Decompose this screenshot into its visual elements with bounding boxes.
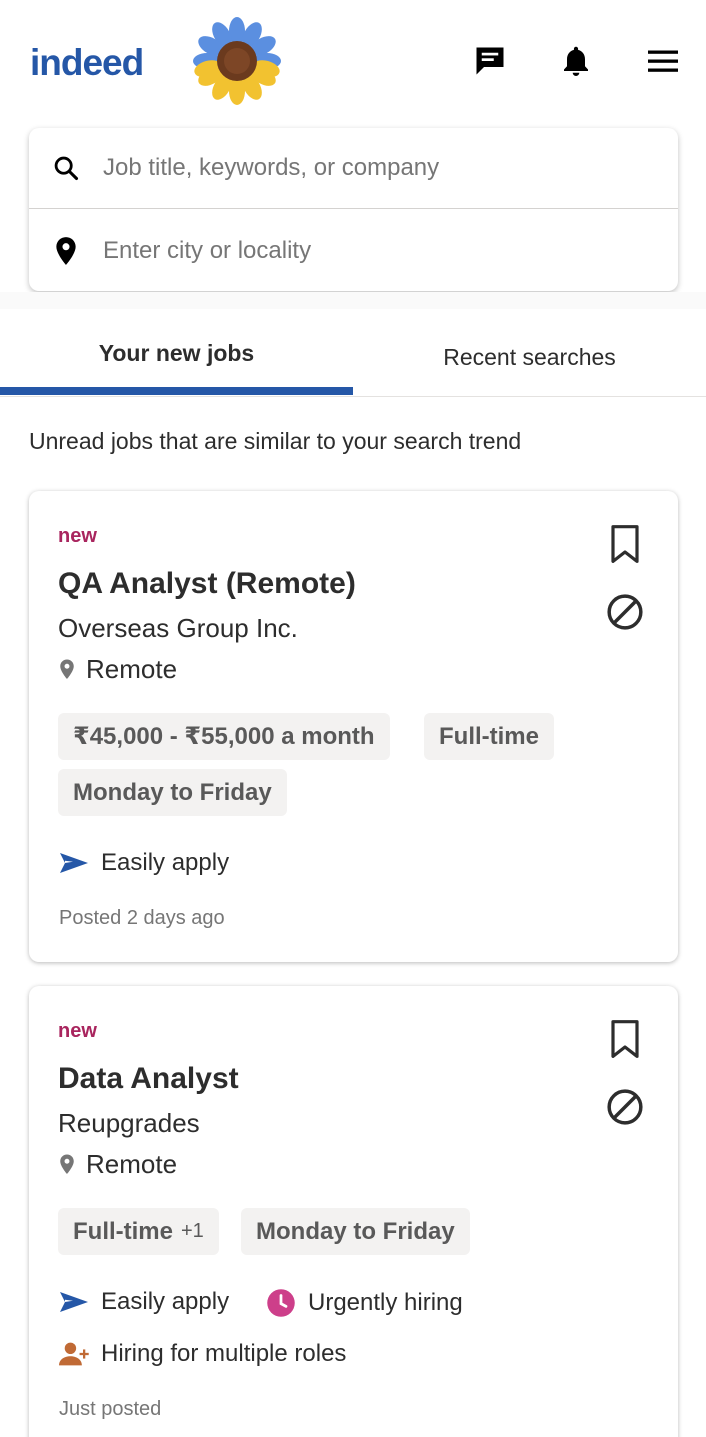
- indeed-logo[interactable]: indeed: [30, 42, 144, 84]
- location-pin-icon: [58, 1153, 86, 1177]
- location-pin-icon: [58, 658, 86, 682]
- where-search-row[interactable]: [29, 210, 678, 291]
- what-search-row[interactable]: [29, 128, 678, 209]
- search-icon: [29, 154, 103, 182]
- job-title[interactable]: QA Analyst (Remote): [58, 567, 356, 601]
- feature-text: Hiring for multiple roles: [101, 1340, 347, 1367]
- job-card[interactable]: new Data Analyst Reupgrades Remote Full-…: [29, 986, 678, 1437]
- bookmark-icon[interactable]: [605, 524, 645, 564]
- hamburger-menu-icon[interactable]: [644, 42, 682, 80]
- add-person-icon: [59, 1340, 101, 1368]
- schedule-chip: Monday to Friday: [58, 769, 287, 816]
- send-arrow-icon: [59, 851, 101, 875]
- company-name[interactable]: Overseas Group Inc.: [58, 613, 298, 644]
- feature-text: Easily apply: [101, 849, 230, 876]
- clock-icon: [266, 1288, 308, 1318]
- schedule-chip: Monday to Friday: [241, 1208, 470, 1255]
- feature-text: Easily apply: [101, 1288, 230, 1315]
- tab-recent-searches[interactable]: Recent searches: [353, 309, 706, 397]
- chip-text: Full-time: [73, 1217, 173, 1245]
- feature-text: Urgently hiring: [308, 1289, 463, 1316]
- job-location: Remote: [58, 1149, 177, 1180]
- not-interested-icon[interactable]: [605, 592, 645, 632]
- jobs-tabs: Your new jobs Recent searches: [0, 309, 706, 397]
- easily-apply-feature: Easily apply: [59, 1288, 229, 1316]
- bookmark-icon[interactable]: [605, 1019, 645, 1059]
- not-interested-icon[interactable]: [605, 1087, 645, 1127]
- sunflower-logo-decoration: [193, 17, 281, 105]
- notifications-bell-icon[interactable]: [557, 42, 595, 80]
- location-search-input[interactable]: [103, 236, 623, 265]
- location-text: Remote: [86, 1149, 178, 1179]
- send-arrow-icon: [59, 1290, 101, 1314]
- location-pin-icon: [29, 236, 103, 266]
- salary-chip: ₹45,000 - ₹55,000 a month: [58, 713, 390, 760]
- job-type-chip: Full-time +1: [58, 1208, 219, 1255]
- posted-date: Posted 2 days ago: [59, 907, 225, 929]
- posted-date: Just posted: [59, 1398, 162, 1420]
- new-badge: new: [58, 1020, 97, 1042]
- tab-your-new-jobs[interactable]: Your new jobs: [0, 309, 353, 397]
- company-name[interactable]: Reupgrades: [58, 1108, 200, 1139]
- multiple-roles-feature: Hiring for multiple roles: [59, 1340, 346, 1368]
- job-card[interactable]: new QA Analyst (Remote) Overseas Group I…: [29, 491, 678, 962]
- section-divider: [0, 292, 706, 309]
- feed-subtitle: Unread jobs that are similar to your sea…: [29, 428, 522, 454]
- job-search-input[interactable]: [103, 154, 623, 182]
- easily-apply-feature: Easily apply: [59, 849, 229, 877]
- app-header: indeed: [0, 0, 706, 120]
- location-text: Remote: [86, 654, 178, 684]
- active-tab-indicator: [0, 387, 353, 395]
- chip-extra-count: +1: [181, 1220, 204, 1242]
- job-title[interactable]: Data Analyst: [58, 1062, 239, 1096]
- job-type-chip: Full-time: [424, 713, 554, 760]
- new-badge: new: [58, 525, 97, 547]
- search-card: [29, 128, 678, 291]
- urgently-hiring-feature: Urgently hiring: [266, 1288, 463, 1318]
- job-location: Remote: [58, 654, 177, 685]
- messages-icon[interactable]: [471, 42, 509, 80]
